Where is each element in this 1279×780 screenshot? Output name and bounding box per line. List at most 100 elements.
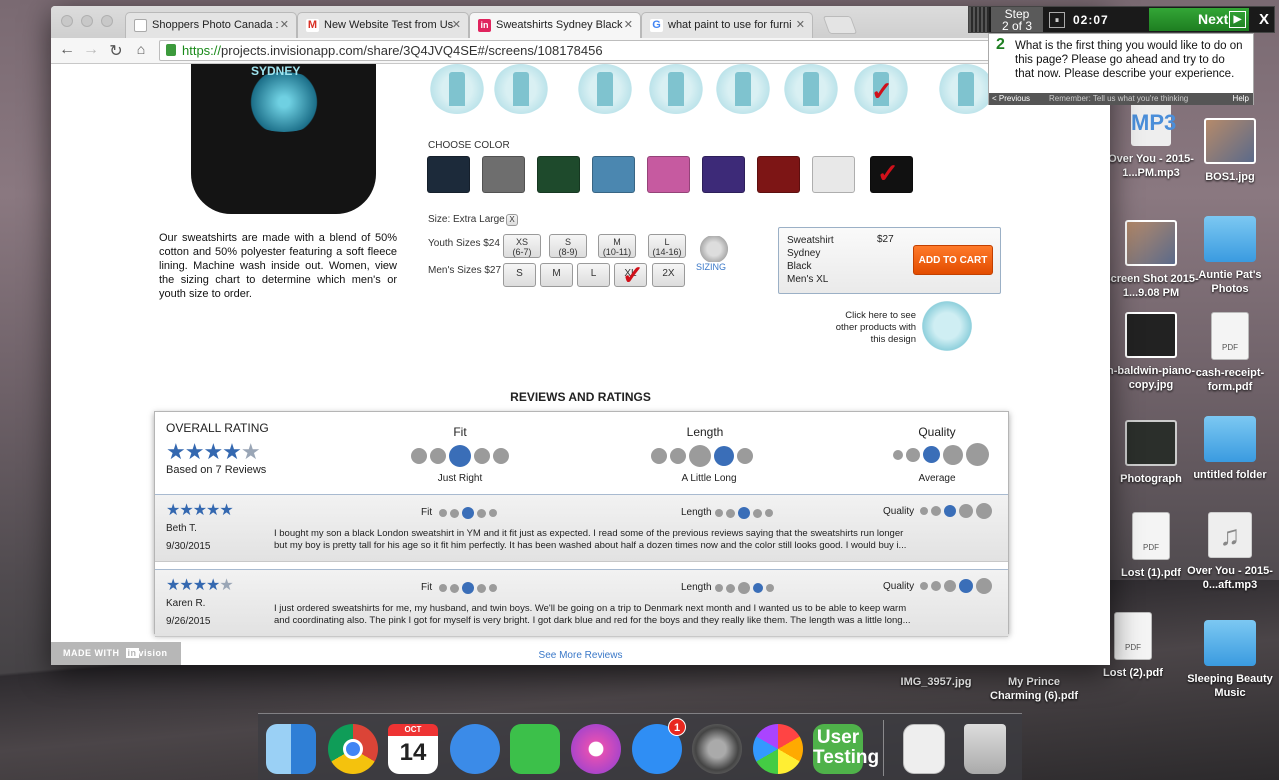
desktop-icon[interactable]: IMG_3957.jpg bbox=[888, 675, 984, 689]
design-thumbnail[interactable] bbox=[577, 64, 633, 114]
tab-what-paint[interactable]: G what paint to use for furni ✕ bbox=[641, 12, 813, 38]
clear-size-button[interactable]: X bbox=[506, 214, 518, 226]
quality-title: Quality bbox=[918, 425, 956, 439]
design-thumbnail[interactable] bbox=[648, 64, 704, 114]
tab-label: Shoppers Photo Canada : bbox=[152, 19, 279, 31]
pause-icon[interactable]: ⏸ bbox=[1049, 12, 1065, 28]
mens-size-button[interactable]: S bbox=[503, 263, 536, 287]
color-swatch[interactable] bbox=[427, 156, 470, 193]
lock-icon bbox=[166, 44, 176, 56]
youth-size-button[interactable]: S (8-9) bbox=[549, 234, 587, 258]
color-swatch[interactable] bbox=[647, 156, 690, 193]
add-to-cart-button[interactable]: ADD TO CART bbox=[913, 245, 993, 275]
close-icon[interactable]: X bbox=[1255, 9, 1273, 30]
desktop-icon-label: untitled folder bbox=[1193, 469, 1267, 481]
messages-icon[interactable] bbox=[450, 724, 500, 774]
recording-timer: 02:07 bbox=[1073, 13, 1109, 27]
close-tab-icon[interactable]: ✕ bbox=[796, 13, 805, 37]
design-thumbnail[interactable] bbox=[783, 64, 839, 114]
chrome-icon[interactable] bbox=[328, 724, 378, 774]
see-more-reviews-link[interactable]: See More Reviews bbox=[51, 650, 1110, 661]
back-icon[interactable]: ← bbox=[57, 41, 77, 59]
mens-size-button[interactable]: L bbox=[577, 263, 610, 287]
desktop-icon[interactable]: Sleeping Beauty Music bbox=[1182, 620, 1278, 700]
size-range: (10-11) bbox=[602, 247, 632, 257]
desktop-icon-label: IMG_3957.jpg bbox=[900, 676, 972, 688]
usertesting-toolbar: Step 2 of 3 ⏸ 02:07 Next ▶ X bbox=[968, 6, 1275, 33]
usertesting-app-icon[interactable]: User Testing bbox=[813, 724, 880, 774]
close-tab-icon[interactable]: ✕ bbox=[624, 13, 633, 37]
desktop-icon-label: My Prince Charming (6).pdf bbox=[990, 676, 1078, 702]
desktop-icon[interactable]: ♫ Over You - 2015-0...aft.mp3 bbox=[1182, 512, 1278, 592]
other-products-link[interactable]: Click here to see other products with th… bbox=[821, 310, 916, 346]
task-footer: < Previous Remember: Tell us what you're… bbox=[989, 93, 1253, 105]
minimize-window-button[interactable] bbox=[81, 15, 93, 27]
sizing-chart-icon[interactable] bbox=[695, 236, 733, 262]
close-tab-icon[interactable]: ✕ bbox=[280, 13, 289, 37]
color-swatch[interactable] bbox=[812, 156, 855, 193]
size-code: L bbox=[664, 237, 670, 247]
forward-icon[interactable]: → bbox=[81, 41, 101, 59]
home-icon[interactable]: ⌂ bbox=[131, 41, 151, 57]
tab-new-website-test[interactable]: M New Website Test from Us ✕ bbox=[297, 12, 469, 38]
maximize-window-button[interactable] bbox=[101, 15, 113, 27]
trash-icon[interactable] bbox=[964, 724, 1006, 774]
youth-size-button[interactable]: XS (6-7) bbox=[503, 234, 541, 258]
close-tab-icon[interactable]: ✕ bbox=[452, 13, 461, 37]
length-title: Length bbox=[686, 425, 724, 439]
design-thumbnails: ✓ bbox=[423, 64, 994, 116]
color-swatch[interactable] bbox=[592, 156, 635, 193]
url-path: projects.invisionapp.com/share/3Q4JVQ4SE… bbox=[221, 43, 603, 58]
youth-size-button[interactable]: M (10-11) bbox=[598, 234, 636, 258]
calendar-icon[interactable]: OCT 14 bbox=[388, 724, 438, 774]
color-swatch[interactable] bbox=[482, 156, 525, 193]
sizing-link[interactable]: SIZING bbox=[696, 262, 726, 272]
facetime-icon[interactable] bbox=[510, 724, 560, 774]
desktop-icon-label: Sleeping Beauty Music bbox=[1187, 673, 1273, 699]
close-window-button[interactable] bbox=[61, 15, 73, 27]
invision-logo: in bbox=[125, 648, 139, 658]
calendar-month: OCT bbox=[388, 724, 438, 736]
reload-icon[interactable]: ↻ bbox=[106, 41, 126, 61]
desktop-icon[interactable]: untitled folder bbox=[1182, 416, 1278, 482]
new-tab-button[interactable] bbox=[822, 16, 858, 34]
itunes-icon[interactable] bbox=[571, 724, 621, 774]
color-swatch[interactable] bbox=[702, 156, 745, 193]
youth-size-button[interactable]: L (14-16) bbox=[648, 234, 686, 258]
drag-handle[interactable] bbox=[969, 7, 989, 32]
color-swatch[interactable] bbox=[537, 156, 580, 193]
calendar-day: 14 bbox=[399, 739, 427, 766]
cart-info: Sweatshirt Sydney Black Men's XL bbox=[787, 234, 834, 286]
help-button[interactable]: Help bbox=[1233, 93, 1249, 105]
previous-button[interactable]: < Previous bbox=[992, 93, 1030, 105]
desktop-icon[interactable]: cash-receipt-form.pdf bbox=[1182, 312, 1278, 394]
finder-icon[interactable] bbox=[266, 724, 316, 774]
documents-stack-icon[interactable] bbox=[903, 724, 945, 774]
tab-shoppers-photo[interactable]: Shoppers Photo Canada : ✕ bbox=[125, 12, 297, 38]
next-button[interactable]: Next ▶ bbox=[1149, 8, 1249, 31]
made-with-invision-badge[interactable]: MADE WITH in vision bbox=[51, 642, 181, 665]
design-thumbnail[interactable] bbox=[493, 64, 549, 114]
desktop-icon[interactable]: Auntie Pat's Photos bbox=[1182, 216, 1278, 296]
app-store-icon[interactable]: 1 bbox=[632, 718, 686, 774]
usertesting-line2: Testing bbox=[813, 747, 880, 768]
system-preferences-icon[interactable] bbox=[692, 724, 742, 774]
review-length-dots bbox=[715, 507, 776, 519]
fit-summary: Just Right bbox=[437, 473, 483, 484]
size-range: (14-16) bbox=[652, 247, 682, 257]
desktop-icon-label: Auntie Pat's Photos bbox=[1198, 269, 1262, 295]
photos-icon[interactable] bbox=[753, 724, 803, 774]
other-products-thumbnail[interactable] bbox=[919, 301, 975, 351]
mens-size-button[interactable]: M bbox=[540, 263, 573, 287]
desktop-icon[interactable]: BOS1.jpg bbox=[1182, 118, 1278, 184]
design-thumbnail[interactable] bbox=[938, 64, 994, 114]
browser-window: Shoppers Photo Canada : ✕ M New Website … bbox=[51, 6, 1110, 665]
design-thumbnail[interactable] bbox=[429, 64, 485, 114]
review-text-line: and coordinating also. The pink I got fo… bbox=[274, 615, 911, 626]
color-swatch[interactable] bbox=[757, 156, 800, 193]
design-thumbnail[interactable] bbox=[715, 64, 771, 114]
mens-size-button[interactable]: 2X bbox=[652, 263, 685, 287]
tab-sweatshirts-sydney[interactable]: in Sweatshirts Sydney Black ✕ bbox=[469, 12, 641, 38]
url-field[interactable]: https://projects.invisionapp.com/share/3… bbox=[159, 40, 1029, 61]
desktop-icon[interactable]: My Prince Charming (6).pdf bbox=[986, 675, 1082, 703]
